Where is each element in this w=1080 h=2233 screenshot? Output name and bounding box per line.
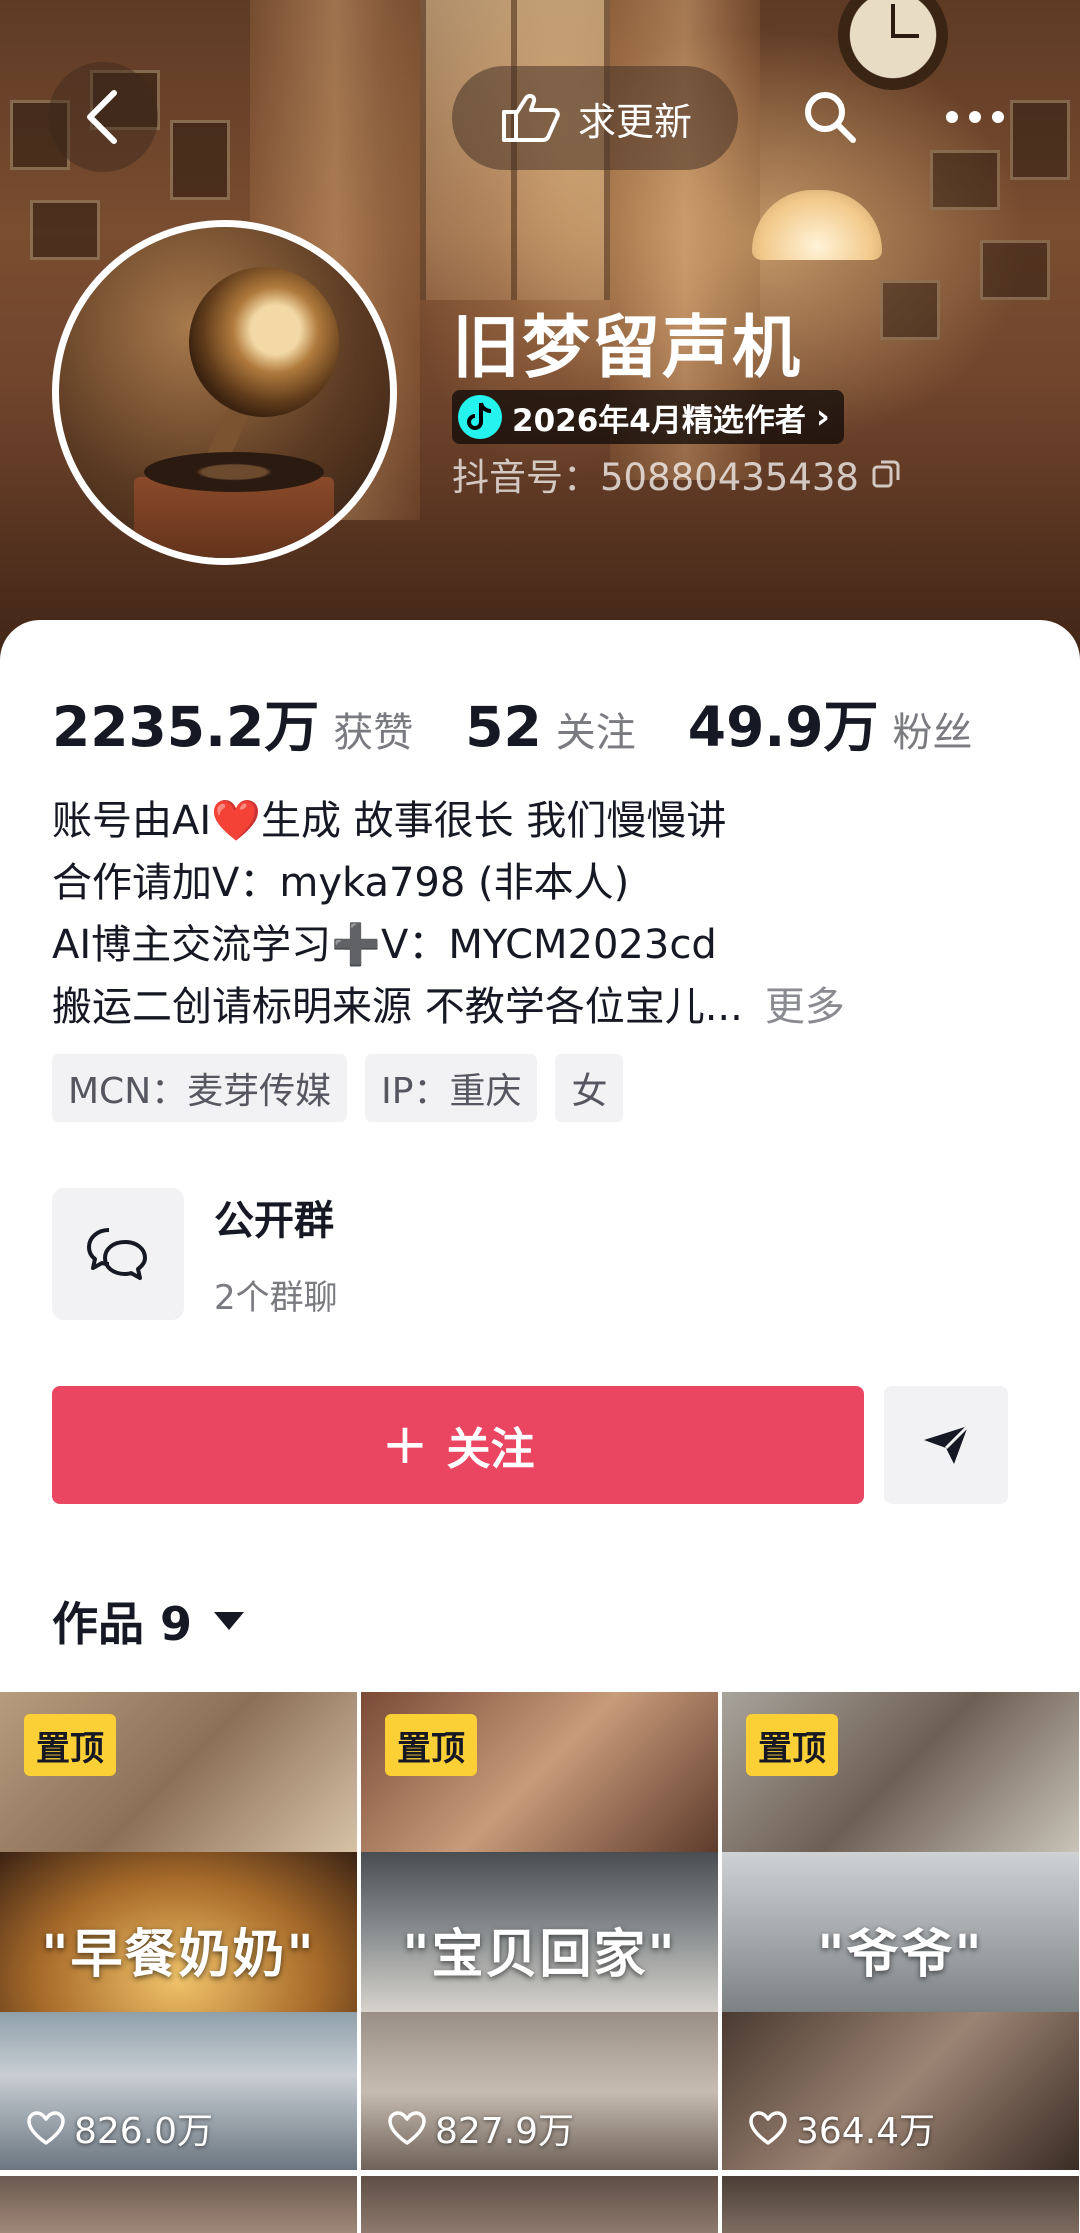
video-likes-count: 827.9万 bbox=[435, 2111, 575, 2152]
profile-name: 旧梦留声机 bbox=[452, 309, 803, 388]
bio-line: 账号由AI❤️生成 故事很长 我们慢慢讲 bbox=[52, 798, 727, 844]
stat-followers-label: 粉丝 bbox=[892, 710, 973, 756]
stat-likes[interactable]: 2235.2万 获赞 bbox=[52, 682, 413, 762]
stat-followers[interactable]: 49.9万 粉丝 bbox=[688, 682, 973, 762]
chevron-right-icon: › bbox=[815, 397, 830, 437]
video-grid: "早餐奶奶" 置顶 826.0万 "宝贝回家" 置顶 827.9万 "爷爷" 置… bbox=[0, 1692, 1080, 2233]
video-likes: 826.0万 bbox=[26, 2102, 213, 2154]
heart-icon bbox=[749, 2111, 787, 2145]
group-subtitle: 2个群聊 bbox=[214, 1278, 338, 1318]
bio-line: AI博主交流学习➕V：MYCM2023cd bbox=[52, 922, 717, 968]
request-update-label: 求更新 bbox=[577, 99, 692, 144]
stat-likes-label: 获赞 bbox=[333, 710, 414, 756]
bio-more-link[interactable]: 更多 bbox=[765, 984, 845, 1030]
heart-icon bbox=[388, 2111, 426, 2145]
bio: 账号由AI❤️生成 故事很长 我们慢慢讲 合作请加V：myka798 (非本人)… bbox=[52, 790, 1042, 1038]
video-likes: 364.4万 bbox=[748, 2102, 935, 2154]
more-icon bbox=[946, 111, 1004, 123]
share-button[interactable] bbox=[884, 1386, 1008, 1504]
hand-point-icon bbox=[501, 93, 560, 142]
video-caption: "早餐奶奶" bbox=[41, 1924, 316, 1985]
profile-tags: MCN：麦芽传媒 IP：重庆 女 bbox=[52, 1054, 624, 1122]
video-likes-count: 826.0万 bbox=[74, 2111, 214, 2152]
pinned-badge: 置顶 bbox=[24, 1714, 116, 1776]
follow-button[interactable]: + 关注 bbox=[52, 1386, 864, 1504]
bio-line: 合作请加V：myka798 (非本人) bbox=[52, 860, 630, 906]
heart-icon bbox=[27, 2111, 65, 2145]
stat-followers-value: 49.9万 bbox=[687, 695, 879, 759]
group-title: 公开群 bbox=[214, 1198, 334, 1244]
share-send-icon bbox=[924, 1424, 970, 1464]
pinned-badge: 置顶 bbox=[385, 1714, 477, 1776]
public-group-entry[interactable]: 公开群 2个群聊 bbox=[52, 1186, 1032, 1321]
featured-creator-label: 2026年4月精选作者 bbox=[512, 402, 806, 439]
pinned-badge: 置顶 bbox=[746, 1714, 838, 1776]
stat-following[interactable]: 52 关注 bbox=[465, 695, 636, 759]
stat-following-value: 52 bbox=[465, 695, 542, 759]
tag-gender: 女 bbox=[555, 1054, 624, 1122]
bio-line-text: 搬运二创请标明来源 不教学各位宝儿... bbox=[52, 984, 743, 1030]
works-title: 作品 9 bbox=[52, 1597, 193, 1651]
featured-creator-badge[interactable]: 2026年4月精选作者 › bbox=[452, 390, 844, 444]
video-tile[interactable]: "爷爷" 置顶 364.4万 bbox=[722, 1692, 1079, 2170]
follow-label: 关注 bbox=[446, 1424, 535, 1475]
search-icon bbox=[805, 92, 856, 143]
video-tile[interactable]: "早餐奶奶" 置顶 826.0万 bbox=[0, 1692, 357, 2170]
avatar[interactable] bbox=[52, 220, 397, 565]
copy-icon[interactable] bbox=[871, 459, 901, 489]
stats-row: 2235.2万 获赞 52 关注 49.9万 粉丝 bbox=[52, 682, 1025, 762]
video-likes: 827.9万 bbox=[387, 2102, 574, 2154]
works-tab[interactable]: 作品 9 bbox=[52, 1588, 245, 1654]
stat-following-label: 关注 bbox=[555, 710, 636, 756]
video-caption: "爷爷" bbox=[817, 1924, 984, 1985]
request-update-button[interactable]: 求更新 bbox=[452, 66, 738, 170]
video-tile-partial[interactable] bbox=[722, 2176, 1079, 2233]
video-caption: "宝贝回家" bbox=[402, 1924, 677, 1985]
caret-down-icon bbox=[214, 1612, 245, 1630]
tag-mcn[interactable]: MCN：麦芽传媒 bbox=[52, 1054, 348, 1122]
tag-ip-location: IP：重庆 bbox=[365, 1054, 538, 1122]
bio-line-last: 搬运二创请标明来源 不教学各位宝儿... 更多 bbox=[52, 976, 1042, 1038]
gramophone-horn bbox=[167, 245, 361, 439]
douyin-id-text: 抖音号：50880435438 bbox=[452, 456, 859, 499]
plus-icon: + bbox=[381, 1412, 429, 1477]
video-tile-partial[interactable] bbox=[361, 2176, 718, 2233]
back-icon bbox=[87, 90, 117, 144]
group-chat-icon-box bbox=[52, 1187, 184, 1320]
douyin-id-row[interactable]: 抖音号：50880435438 bbox=[452, 452, 901, 499]
cover-lamp bbox=[752, 190, 882, 260]
video-tile-partial[interactable] bbox=[0, 2176, 357, 2233]
video-likes-count: 364.4万 bbox=[796, 2111, 936, 2152]
search-button[interactable] bbox=[775, 62, 885, 172]
more-button[interactable] bbox=[920, 62, 1030, 172]
group-chat-icon bbox=[87, 1227, 147, 1280]
back-button[interactable] bbox=[48, 62, 158, 172]
douyin-logo-icon bbox=[458, 395, 502, 439]
video-tile[interactable]: "宝贝回家" 置顶 827.9万 bbox=[361, 1692, 718, 2170]
stat-likes-value: 2235.2万 bbox=[52, 695, 320, 759]
